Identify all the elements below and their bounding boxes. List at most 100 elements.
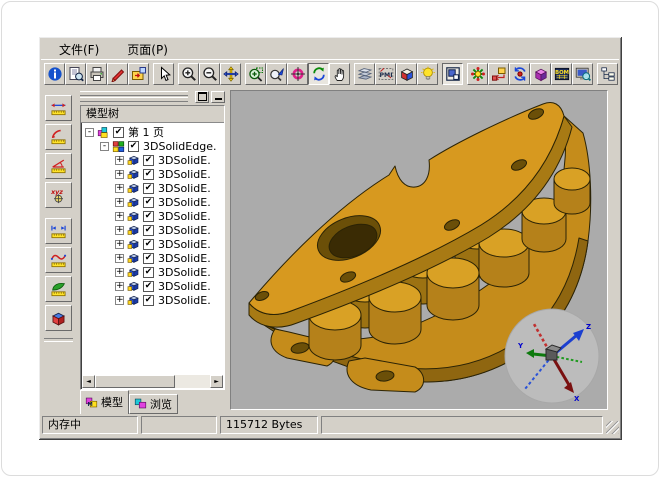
expand-toggle-icon[interactable]: + (115, 240, 124, 249)
report-button[interactable] (572, 63, 593, 85)
tree-row[interactable]: +✔3DSolidE. (82, 181, 223, 195)
move-part-button[interactable] (488, 63, 509, 85)
measure-volume-button[interactable] (45, 305, 72, 331)
visibility-checkbox[interactable]: ✔ (143, 183, 154, 194)
expand-toggle-icon[interactable]: + (115, 184, 124, 193)
part-node-icon (127, 252, 140, 265)
rotate-center-button[interactable] (287, 63, 308, 85)
tab-model[interactable]: M模型 (80, 390, 129, 414)
measure-coordinate-button[interactable]: xyz (45, 182, 72, 208)
resize-grip[interactable] (606, 421, 619, 434)
print-preview-button[interactable] (65, 63, 86, 85)
explode-button[interactable] (467, 63, 488, 85)
pan-hand-icon (332, 66, 348, 82)
part-node-icon (127, 168, 140, 181)
pmi-button[interactable]: PMI (375, 63, 396, 85)
select-button[interactable] (153, 63, 174, 85)
collapse-toggle-icon[interactable]: - (85, 128, 94, 137)
move-part-icon (491, 66, 507, 82)
tree-row[interactable]: +✔3DSolidE. (82, 237, 223, 251)
orientation-gizmo[interactable]: Z X Y (505, 309, 599, 403)
tree-row[interactable]: -✔第 1 页 (82, 125, 223, 139)
expand-toggle-icon[interactable]: + (115, 254, 124, 263)
view-frame-button[interactable] (442, 63, 463, 85)
measure-radius-button[interactable] (45, 124, 72, 150)
tree-row[interactable]: +✔3DSolidE. (82, 167, 223, 181)
measure-curve-length-button[interactable] (45, 247, 72, 273)
menu-item-file[interactable]: 文件(F) (59, 41, 99, 58)
zoom-window-button[interactable] (245, 63, 266, 85)
tree-row[interactable]: +✔3DSolidE. (82, 265, 223, 279)
expand-toggle-icon[interactable]: + (115, 296, 124, 305)
measure-area-button[interactable] (45, 276, 72, 302)
collapse-toggle-icon[interactable]: - (100, 142, 109, 151)
tree-row[interactable]: +✔3DSolidE. (82, 153, 223, 167)
visibility-checkbox[interactable]: ✔ (143, 239, 154, 250)
visibility-checkbox[interactable]: ✔ (113, 127, 124, 138)
expand-toggle-icon[interactable]: + (115, 268, 124, 277)
scroll-track[interactable] (95, 375, 210, 388)
import-file-button[interactable] (128, 63, 149, 85)
visibility-checkbox[interactable]: ✔ (143, 197, 154, 208)
zoom-out-button[interactable] (199, 63, 220, 85)
measure-distance-button[interactable] (45, 218, 72, 244)
expand-toggle-icon[interactable]: + (115, 226, 124, 235)
expand-toggle-icon[interactable]: + (115, 170, 124, 179)
redline-button[interactable] (107, 63, 128, 85)
visibility-checkbox[interactable]: ✔ (143, 295, 154, 306)
info-button[interactable] (44, 63, 65, 85)
explode-icon (470, 66, 486, 82)
panel-restore-button[interactable] (195, 91, 209, 103)
panel-gripper[interactable] (80, 91, 188, 103)
3d-viewport[interactable]: Z X Y (230, 90, 608, 410)
tree-row[interactable]: +✔3DSolidE. (82, 279, 223, 293)
rotate-view-icon (311, 66, 327, 82)
pan-hand-button[interactable] (329, 63, 350, 85)
update-view-button[interactable] (509, 63, 530, 85)
zoom-dynamic-button[interactable] (266, 63, 287, 85)
visibility-checkbox[interactable]: ✔ (143, 253, 154, 264)
expand-toggle-icon[interactable]: + (115, 212, 124, 221)
redline-icon (110, 66, 126, 82)
measure-angle-button[interactable] (45, 153, 72, 179)
tab-model-icon: M (85, 396, 98, 409)
measure-horizontal-button[interactable] (45, 95, 72, 121)
visibility-checkbox[interactable]: ✔ (143, 267, 154, 278)
dim-angle-icon (50, 158, 67, 175)
tab-browse[interactable]: 浏览 (129, 394, 178, 414)
panel-minimize-button[interactable] (211, 91, 225, 103)
rotate-view-button[interactable] (308, 63, 329, 85)
expand-toggle-icon[interactable]: + (115, 198, 124, 207)
model-tree-button[interactable] (597, 63, 618, 85)
visibility-checkbox[interactable]: ✔ (143, 211, 154, 222)
view-cube-button[interactable] (396, 63, 417, 85)
scroll-left-button[interactable]: ◄ (82, 375, 95, 388)
gizmo-z-label: Z (586, 323, 591, 331)
visibility-checkbox[interactable]: ✔ (143, 155, 154, 166)
status-cell-2: 115712 Bytes (220, 416, 318, 434)
expand-toggle-icon[interactable]: + (115, 282, 124, 291)
menu-item-page[interactable]: 页面(P) (127, 41, 168, 58)
zoom-in-button[interactable] (178, 63, 199, 85)
visibility-checkbox[interactable]: ✔ (143, 225, 154, 236)
assembly-button[interactable] (530, 63, 551, 85)
pan-move-button[interactable] (220, 63, 241, 85)
tree-row[interactable]: -✔3DSolidEdge. (82, 139, 223, 153)
scroll-right-button[interactable]: ► (210, 375, 223, 388)
layers-button[interactable] (354, 63, 375, 85)
lighting-button[interactable] (417, 63, 438, 85)
print-button[interactable] (86, 63, 107, 85)
expand-toggle-icon[interactable]: + (115, 156, 124, 165)
visibility-checkbox[interactable]: ✔ (128, 141, 139, 152)
bom-button[interactable]: BOM (551, 63, 572, 85)
visibility-checkbox[interactable]: ✔ (143, 281, 154, 292)
tree-item-label: 3DSolidE. (158, 196, 211, 209)
tree-row[interactable]: +✔3DSolidE. (82, 209, 223, 223)
visibility-checkbox[interactable]: ✔ (143, 169, 154, 180)
tree-row[interactable]: +✔3DSolidE. (82, 251, 223, 265)
tree-row[interactable]: +✔3DSolidE. (82, 223, 223, 237)
tree-row[interactable]: +✔3DSolidE. (82, 293, 223, 307)
dim-area-icon (50, 281, 67, 298)
scroll-thumb[interactable] (95, 375, 175, 388)
tree-row[interactable]: + ✔ 3DSolidE. (82, 195, 223, 209)
